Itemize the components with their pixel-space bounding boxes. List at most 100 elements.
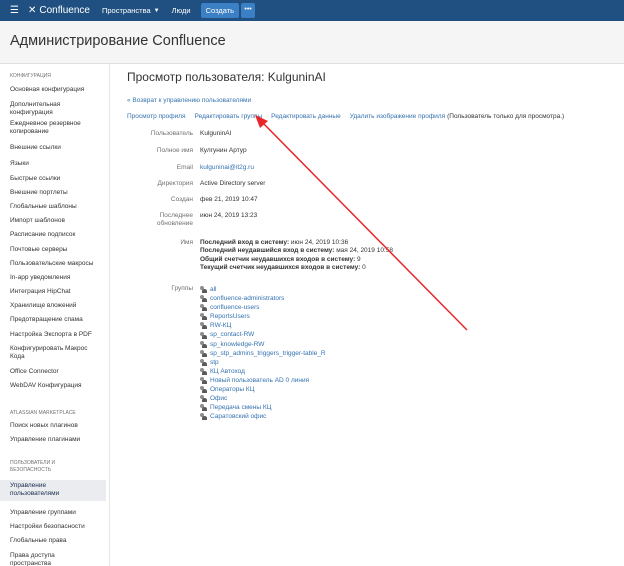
tab-view-profile[interactable]: Просмотр профиля [127, 113, 186, 120]
sidebar-item[interactable]: Управление пользователями [0, 480, 106, 502]
sidebar-item[interactable]: Настройки безопасности [0, 523, 106, 531]
sidebar-section-heading: КОНФИГУРАЦИЯ [10, 73, 51, 79]
tab-edit-groups[interactable]: Редактировать группы [195, 113, 263, 120]
group-icon [200, 340, 208, 348]
group-link[interactable]: stp [200, 358, 326, 367]
sidebar-item[interactable]: Интеграция HipChat [0, 288, 106, 296]
sidebar-item[interactable]: Пользовательские макросы [0, 260, 106, 268]
stat-last-failed-login: Последний неудавшийся вход в систему: ма… [200, 247, 393, 255]
group-icon [200, 358, 208, 366]
group-icon [200, 349, 208, 357]
group-link[interactable]: Офис [200, 394, 326, 403]
page-title: Просмотр пользователя: KulguninAI [127, 70, 326, 84]
group-link[interactable]: ReportsUsers [200, 312, 326, 321]
group-link[interactable]: КЦ Автоход [200, 367, 326, 376]
sidebar-item[interactable]: Импорт шаблонов [0, 217, 106, 225]
sidebar-section-heading: ATLASSIAN MARKETPLACE [10, 410, 76, 416]
sidebar-item[interactable]: Расписание подписок [0, 231, 106, 239]
group-link[interactable]: Новый пользователь AD 0 линия [200, 376, 326, 385]
group-name: КЦ Автоход [210, 367, 245, 375]
group-icon [200, 295, 208, 303]
sidebar-item[interactable]: Конфигурировать Макрос Кода [0, 345, 106, 361]
sidebar-item[interactable]: Языки [0, 160, 106, 168]
chevron-down-icon: ▼ [153, 7, 160, 14]
groups-list: all confluence-administrators confluence-u… [200, 285, 326, 421]
admin-sidebar: КОНФИГУРАЦИЯ Основная конфигурация Дополни… [0, 64, 110, 566]
field-value: Active Directory server [200, 180, 266, 187]
tab-remove-profile-picture[interactable]: Удалить изображение профиля [350, 113, 445, 120]
nav-spaces-label: Пространства [101, 6, 151, 15]
sidebar-item[interactable]: Права доступа пространства [0, 552, 106, 566]
field-value: KulguninAI [200, 130, 232, 137]
group-link[interactable]: confluence-users [200, 303, 326, 312]
sidebar-item[interactable]: Почтовые серверы [0, 246, 106, 254]
confluence-logo-icon: ✕ [28, 5, 37, 16]
sidebar-item[interactable]: Поиск новых плагинов [0, 422, 106, 430]
sidebar-item[interactable]: Управление плагинами [0, 436, 106, 444]
group-link[interactable]: Саратовский офис [200, 412, 326, 421]
admin-header: Администрирование Confluence [0, 21, 624, 64]
group-name: all [210, 286, 217, 293]
app-switcher-icon[interactable]: ☰ [10, 0, 26, 21]
field-label: Создан [170, 196, 193, 203]
group-name: confluence-users [210, 304, 260, 312]
field-label: Последнее обновление [156, 212, 193, 228]
sidebar-section-heading: ПОЛЬЗОВАТЕЛИ И БЕЗОПАСНОСТЬ [10, 460, 56, 473]
group-link[interactable]: confluence-administrators [200, 294, 326, 303]
field-value: фев 21, 2019 10:47 [200, 196, 258, 203]
group-link[interactable]: sp_contact-RW [200, 330, 326, 339]
top-navigation-bar: ☰ ✕ Confluence Пространства ▼ Люди Созда… [0, 0, 624, 21]
confluence-logo[interactable]: ✕ Confluence [28, 5, 90, 16]
sidebar-item[interactable]: Настройка Экспорта в PDF [0, 331, 106, 339]
group-name: Саратовский офис [210, 413, 267, 421]
nav-spaces[interactable]: Пространства ▼ [102, 6, 160, 15]
sidebar-item[interactable]: In-app уведомления [0, 274, 106, 282]
sidebar-item[interactable]: Хранилище вложений [0, 302, 106, 310]
group-link[interactable]: Операторы КЦ [200, 385, 326, 394]
sidebar-item[interactable]: Основная конфигурация [0, 86, 106, 94]
group-link[interactable]: sp_knowledge-RW [200, 340, 326, 349]
group-name: stp [210, 358, 219, 366]
sidebar-item[interactable]: Office Connector [0, 368, 106, 376]
tab-edit-details[interactable]: Редактировать данные [271, 113, 341, 120]
field-label: Email [176, 164, 193, 171]
group-link[interactable]: RW-КЦ [200, 321, 326, 330]
read-only-note: (Пользователь только для просмотра.) [447, 113, 565, 120]
sidebar-item[interactable]: Управление группами [0, 509, 106, 517]
email-link[interactable]: kulguninai@it2g.ru [200, 164, 254, 171]
sidebar-item[interactable]: Глобальные шаблоны [0, 203, 106, 211]
sidebar-item[interactable]: Предотвращение спама [0, 316, 106, 324]
create-button[interactable]: Создать [200, 3, 240, 18]
group-icon [200, 395, 208, 403]
field-value: Кулгунин Артур [200, 147, 247, 154]
sidebar-item[interactable]: WebDAV Конфигурация [0, 382, 106, 390]
more-button[interactable]: ••• [241, 3, 256, 18]
group-icon [200, 322, 208, 330]
group-name: Передача смены КЦ [210, 404, 272, 412]
group-link[interactable]: all [200, 285, 326, 294]
sidebar-item[interactable]: Глобальные права [0, 537, 106, 545]
group-name: RW-КЦ [210, 322, 232, 330]
sidebar-item[interactable]: Дополнительная конфигурация [0, 101, 106, 117]
group-icon [200, 367, 208, 375]
field-value: июн 24, 2019 13:23 [200, 212, 258, 219]
field-label: Полное имя [156, 147, 193, 154]
profile-actions: Просмотр профиля Редактировать группы Ре… [127, 113, 564, 120]
group-icon [200, 331, 208, 339]
back-to-users-link[interactable]: « Возврат к управлению пользователями [127, 97, 251, 104]
field-label: Пользователь [150, 130, 193, 137]
group-name: Офис [210, 395, 228, 403]
group-name: confluence-administrators [210, 295, 285, 303]
group-name: sp_stp_admins_triggers_trigger-table_R [210, 349, 326, 357]
sidebar-item[interactable]: Внешние портлеты [0, 189, 106, 197]
sidebar-item[interactable]: Внешние ссылки [0, 144, 106, 152]
nav-people[interactable]: Люди [172, 6, 191, 15]
sidebar-item[interactable]: Ежедневное резервное копирование [0, 120, 106, 136]
group-icon [200, 413, 208, 421]
field-label: Группы [171, 285, 193, 292]
sidebar-item[interactable]: Быстрые ссылки [0, 175, 106, 183]
group-link[interactable]: sp_stp_admins_triggers_trigger-table_R [200, 349, 326, 358]
group-link[interactable]: Передача смены КЦ [200, 403, 326, 412]
field-label: Имя [180, 239, 193, 246]
stat-current-failed: Текущий счетчик неудавшихся входов в сис… [200, 264, 366, 272]
